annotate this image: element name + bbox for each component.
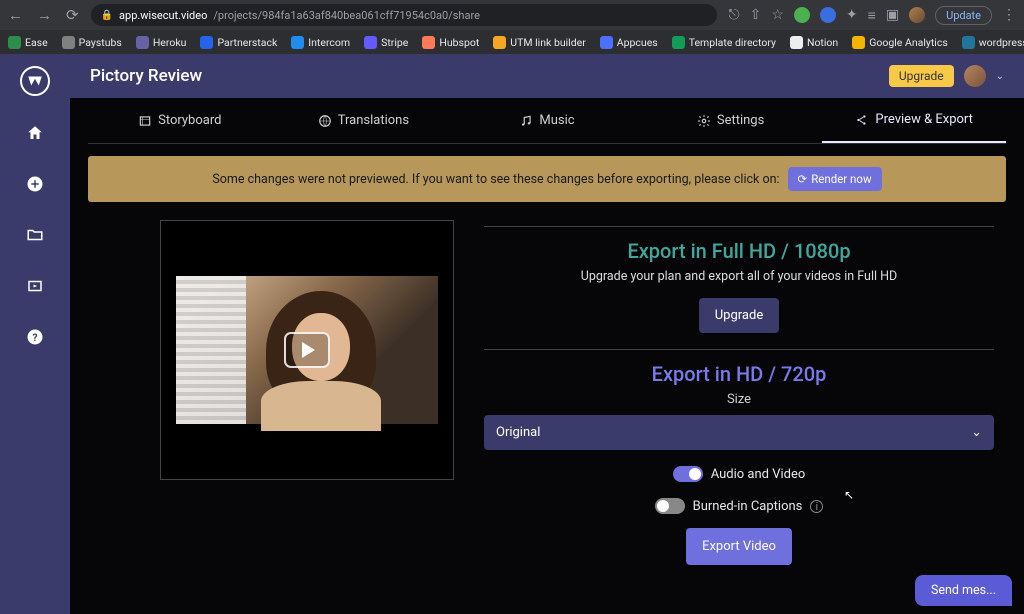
chevron-down-icon[interactable]: ⌄ xyxy=(996,71,1004,82)
refresh-icon: ⟳ xyxy=(798,172,808,186)
cursor-icon: ↖ xyxy=(844,488,854,502)
cast-icon[interactable]: ⎋ xyxy=(729,7,740,23)
bookmark-item[interactable]: Paystubs xyxy=(62,36,122,49)
bookmark-item[interactable]: Google Analytics xyxy=(852,36,948,49)
tab-music[interactable]: Music xyxy=(455,98,639,143)
lock-icon: 🔒 xyxy=(101,10,113,21)
bookmark-favicon xyxy=(291,36,304,49)
sync-icon[interactable]: ≡ xyxy=(868,7,876,24)
bookmark-item[interactable]: Hubspot xyxy=(422,36,479,49)
toggle-audio-video-row: Audio and Video ↖ xyxy=(484,466,994,482)
upgrade-plan-button[interactable]: Upgrade xyxy=(699,298,779,333)
export-hd-title: Export in HD / 720p xyxy=(484,362,994,386)
folder-icon[interactable] xyxy=(26,226,44,249)
bookmark-item[interactable]: Heroku xyxy=(136,36,187,49)
browser-toolbar: ← → ⟳ 🔒 app.wisecut.video/projects/984fa… xyxy=(0,0,1024,30)
bookmark-item[interactable]: Ease xyxy=(8,36,48,49)
toggle-audio-video-label: Audio and Video xyxy=(711,467,806,482)
video-preview[interactable] xyxy=(160,220,454,480)
size-select-value: Original xyxy=(496,425,540,440)
toggle-captions[interactable] xyxy=(655,498,685,514)
bookmark-favicon xyxy=(852,36,865,49)
reload-button[interactable]: ⟳ xyxy=(66,6,79,24)
profile-avatar-icon[interactable] xyxy=(909,7,925,23)
extensions-icon[interactable]: ✦ xyxy=(846,7,858,23)
sidebar: ? xyxy=(0,54,70,614)
content-area: Storyboard Translations Music Settings P… xyxy=(70,98,1024,614)
upgrade-button[interactable]: Upgrade xyxy=(889,65,954,87)
tabs-row: Storyboard Translations Music Settings P… xyxy=(88,98,1006,144)
share-icon[interactable]: ⇧ xyxy=(750,7,762,23)
toggle-captions-label: Burned-in Captions xyxy=(693,499,803,514)
bookmark-item[interactable]: Intercom xyxy=(291,36,350,49)
bookmark-favicon xyxy=(8,36,21,49)
bookmark-favicon xyxy=(962,36,975,49)
toggle-captions-row: Burned-in Captions i xyxy=(484,498,994,514)
bookmark-item[interactable]: Partnerstack xyxy=(200,36,277,49)
toggle-audio-video[interactable] xyxy=(673,466,703,482)
bookmark-favicon xyxy=(493,36,506,49)
tab-preview-export[interactable]: Preview & Export xyxy=(822,98,1006,143)
export-options: Export in Full HD / 1080p Upgrade your p… xyxy=(484,220,994,565)
bookmark-favicon xyxy=(422,36,435,49)
bookmark-favicon xyxy=(600,36,613,49)
size-label: Size xyxy=(484,392,994,407)
app-logo[interactable] xyxy=(20,66,50,96)
window-icon[interactable]: ▣ xyxy=(886,7,899,23)
tab-settings[interactable]: Settings xyxy=(639,98,823,143)
play-icon[interactable] xyxy=(284,332,330,368)
bookmark-item[interactable]: Template directory xyxy=(672,36,776,49)
bookmark-star-icon[interactable]: ☆ xyxy=(771,7,784,23)
bookmark-item[interactable]: wordpress xyxy=(962,36,1024,49)
bookmark-favicon xyxy=(200,36,213,49)
library-icon[interactable] xyxy=(26,277,44,300)
render-now-button[interactable]: ⟳Render now xyxy=(788,167,882,191)
intercom-launcher[interactable]: Send mes... xyxy=(915,575,1012,606)
bookmark-favicon xyxy=(136,36,149,49)
url-host: app.wisecut.video xyxy=(119,9,207,22)
address-bar[interactable]: 🔒 app.wisecut.video/projects/984fa1a63af… xyxy=(91,4,717,26)
bookmark-item[interactable]: UTM link builder xyxy=(493,36,586,49)
main-area: Pictory Review Upgrade ⌄ Storyboard Tran… xyxy=(70,54,1024,614)
bookmark-favicon xyxy=(790,36,803,49)
tab-storyboard[interactable]: Storyboard xyxy=(88,98,272,143)
app-container: ? Pictory Review Upgrade ⌄ Storyboard Tr… xyxy=(0,54,1024,614)
chevron-down-icon: ⌄ xyxy=(971,425,982,440)
bookmark-favicon xyxy=(672,36,685,49)
nav-controls: ← → ⟳ xyxy=(8,6,79,24)
forward-button[interactable]: → xyxy=(37,6,52,24)
app-header: Pictory Review Upgrade ⌄ xyxy=(70,54,1024,98)
tab-translations[interactable]: Translations xyxy=(272,98,456,143)
url-path: /projects/984fa1a63af840bea061cff71954c0… xyxy=(213,9,480,22)
back-button[interactable]: ← xyxy=(8,6,23,24)
bookmark-favicon xyxy=(62,36,75,49)
browser-right-icons: ⎋ ⇧ ☆ ✦ ≡ ▣ Update ⋮ xyxy=(729,6,1016,25)
browser-update-button[interactable]: Update xyxy=(935,6,992,25)
help-icon[interactable]: ? xyxy=(26,328,44,351)
bookmarks-bar: Ease Paystubs Heroku Partnerstack Interc… xyxy=(0,30,1024,54)
bookmark-item[interactable]: Appcues xyxy=(600,36,658,49)
add-icon[interactable] xyxy=(26,175,44,198)
alert-banner: Some changes were not previewed. If you … xyxy=(88,156,1006,202)
export-body: Export in Full HD / 1080p Upgrade your p… xyxy=(70,214,1024,565)
extension-icon[interactable] xyxy=(794,7,810,23)
export-fullhd-title: Export in Full HD / 1080p xyxy=(484,239,994,263)
menu-icon[interactable]: ⋮ xyxy=(1002,7,1016,23)
user-avatar[interactable] xyxy=(964,65,986,87)
alert-text: Some changes were not previewed. If you … xyxy=(212,172,779,187)
export-fullhd-subtitle: Upgrade your plan and export all of your… xyxy=(484,269,994,284)
bookmark-item[interactable]: Stripe xyxy=(364,36,408,49)
extension-icon[interactable] xyxy=(820,7,836,23)
size-select[interactable]: Original ⌄ xyxy=(484,415,994,450)
svg-text:?: ? xyxy=(32,331,37,344)
home-icon[interactable] xyxy=(26,124,44,147)
info-icon[interactable]: i xyxy=(810,500,823,513)
bookmark-favicon xyxy=(364,36,377,49)
export-video-button[interactable]: Export Video xyxy=(686,528,792,565)
bookmark-item[interactable]: Notion xyxy=(790,36,838,49)
page-title: Pictory Review xyxy=(90,66,202,86)
